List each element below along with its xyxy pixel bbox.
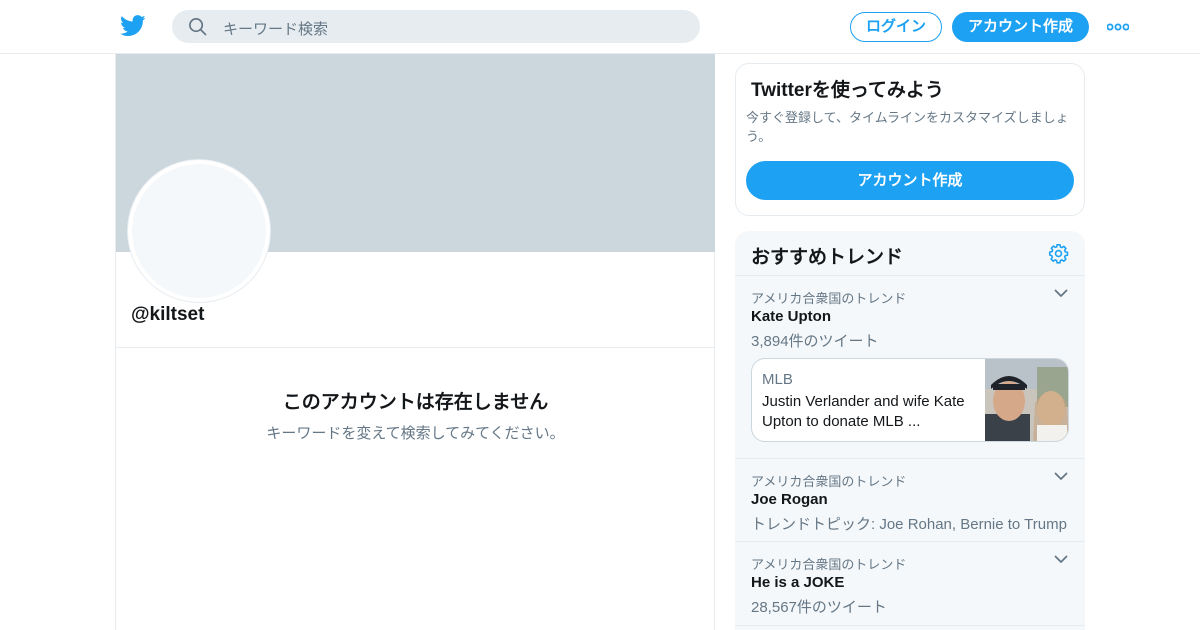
trend-context: アメリカ合衆国のトレンド: [751, 557, 907, 572]
news-thumbnail: [985, 359, 1068, 441]
avatar: [128, 160, 270, 302]
trends-panel: おすすめトレンド アメリカ合衆国のトレンド Kate Upton 3,894件の…: [735, 231, 1085, 630]
trends-header: おすすめトレンド: [735, 231, 1085, 276]
trend-name[interactable]: Joe Rogan: [751, 491, 828, 508]
news-headline[interactable]: Justin Verlander and wife Kate Upton to …: [762, 392, 974, 432]
signup-card: Twitterを使ってみよう 今すぐ登録して、タイムラインをカスタマイズしましょ…: [735, 63, 1085, 216]
trend-meta: トレンドトピック: Joe Rohan, Bernie to Trump: [751, 516, 1067, 533]
trend-context: アメリカ合衆国のトレンド: [751, 291, 907, 306]
more-icon[interactable]: [1107, 22, 1129, 32]
trend-item[interactable]: アメリカ合衆国のトレンド Joe Rogan トレンドトピック: Joe Roh…: [735, 459, 1085, 542]
news-source: MLB: [762, 371, 793, 388]
search-input[interactable]: キーワード検索: [223, 18, 328, 39]
trend-context: アメリカ合衆国のトレンド: [751, 474, 907, 489]
signup-card-button[interactable]: アカウント作成: [746, 161, 1074, 200]
empty-state-title: このアカウントは存在しません: [282, 392, 549, 413]
profile-column: @kiltset このアカウントは存在しません キーワードを変えて検索してみてく…: [115, 54, 715, 630]
search-icon: [189, 18, 207, 36]
signup-button[interactable]: アカウント作成: [952, 12, 1089, 42]
signup-card-description: 今すぐ登録して、タイムラインをカスタマイズしましょう。: [746, 110, 1069, 144]
trend-meta: 3,894件のツイート: [751, 333, 879, 350]
trend-item[interactable]: アメリカ合衆国のトレンド Kate Upton 3,894件のツイート MLB …: [735, 276, 1085, 459]
trend-meta: 28,567件のツイート: [751, 599, 887, 616]
top-header: キーワード検索 ログイン アカウント作成: [0, 0, 1200, 54]
trends-title: おすすめトレンド: [751, 247, 904, 268]
profile-handle: @kiltset: [131, 304, 205, 325]
trend-item[interactable]: アメリカ合衆国のトレンド He is a JOKE 28,567件のツイート: [735, 542, 1085, 626]
empty-state-subtitle: キーワードを変えて検索してみてください。: [266, 425, 565, 442]
trend-name[interactable]: Kate Upton: [751, 308, 831, 325]
twitter-bird-icon[interactable]: [120, 14, 146, 38]
signup-card-title: Twitterを使ってみよう: [751, 80, 944, 101]
chevron-down-icon[interactable]: [1054, 472, 1068, 481]
chevron-down-icon[interactable]: [1054, 289, 1068, 298]
divider: [116, 347, 715, 348]
login-button[interactable]: ログイン: [850, 12, 942, 42]
chevron-down-icon[interactable]: [1054, 555, 1068, 564]
news-card[interactable]: MLB Justin Verlander and wife Kate Upton…: [751, 358, 1069, 442]
gear-icon[interactable]: [1048, 243, 1069, 264]
trend-name[interactable]: He is a JOKE: [751, 574, 844, 591]
search-box[interactable]: キーワード検索: [172, 10, 700, 43]
